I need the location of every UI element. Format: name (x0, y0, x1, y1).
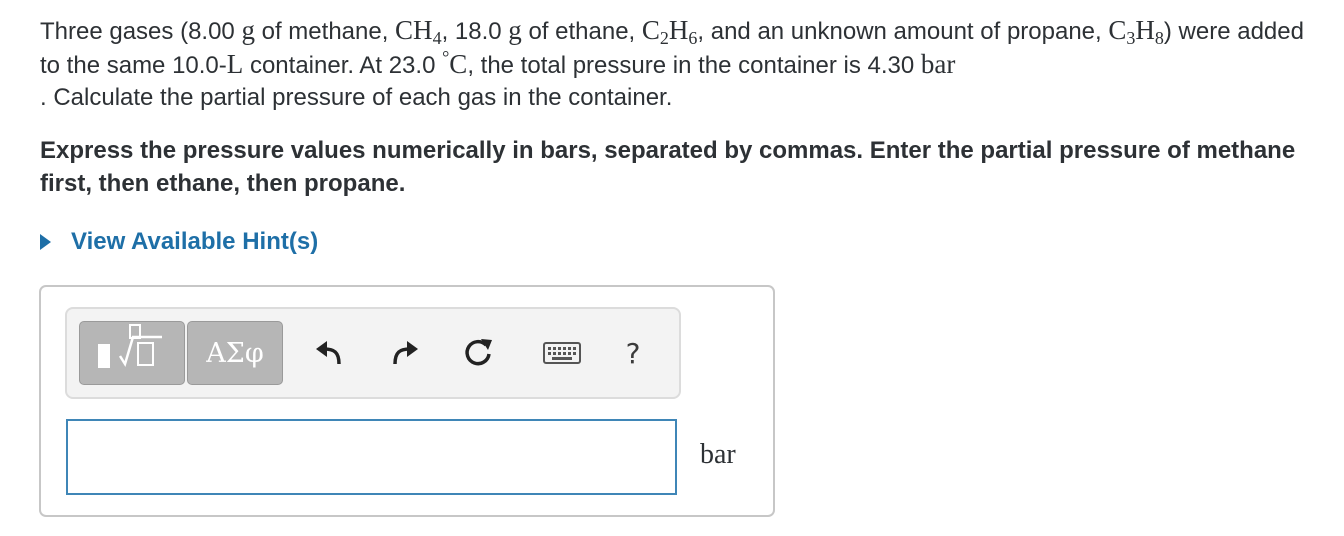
undo-button[interactable] (311, 331, 351, 375)
help-icon: ? (625, 336, 641, 370)
answer-panel: ΑΣφ ? bar (39, 285, 775, 517)
caret-right-icon (40, 234, 51, 250)
question-text-part: container. At 23.0 (243, 52, 443, 79)
formula-ethane: C2H6 (641, 15, 698, 48)
unit-celsius: °C (442, 47, 468, 79)
question-text-part: of ethane, (521, 18, 642, 45)
undo-icon (316, 341, 341, 365)
question-text-part: , the total pressure in the container is… (467, 52, 921, 79)
instruction-text: Express the pressure values numerically … (40, 137, 1296, 197)
math-toolbar: ΑΣφ ? (65, 307, 681, 399)
formula-propane: C3H8 (1108, 15, 1164, 48)
view-hints-label: View Available Hint(s) (71, 228, 319, 255)
question-text-part: Three gases (8.00 (40, 18, 242, 45)
redo-icon (393, 341, 418, 365)
keyboard-shortcuts-button[interactable] (541, 331, 583, 375)
formula-methane: CH4 (395, 15, 442, 48)
answer-input[interactable] (66, 419, 677, 495)
unit-grams: g (241, 15, 255, 45)
unit-bar: bar (920, 49, 956, 79)
reset-icon (465, 339, 492, 366)
unit-liters: L (226, 49, 244, 79)
help-button[interactable]: ? (613, 331, 653, 375)
question-text: Three gases (8.00 g of methane, CH4, 18.… (40, 14, 1310, 114)
answer-unit: bar (700, 439, 736, 470)
keyboard-icon (543, 342, 581, 364)
unit-grams: g (508, 15, 522, 45)
question-text-part: , and an unknown amount of propane, (697, 18, 1109, 45)
redo-button[interactable] (383, 331, 423, 375)
reset-button[interactable] (457, 331, 499, 375)
view-hints-link[interactable]: View Available Hint(s) (40, 228, 318, 256)
question-text-part: , 18.0 (441, 18, 509, 45)
greek-symbols-button[interactable]: ΑΣφ (187, 321, 283, 385)
template-icon (98, 324, 162, 368)
question-text-part: of methane, (254, 18, 396, 45)
templates-button[interactable] (79, 321, 185, 385)
question-text-part: . Calculate the partial pressure of each… (40, 84, 673, 111)
